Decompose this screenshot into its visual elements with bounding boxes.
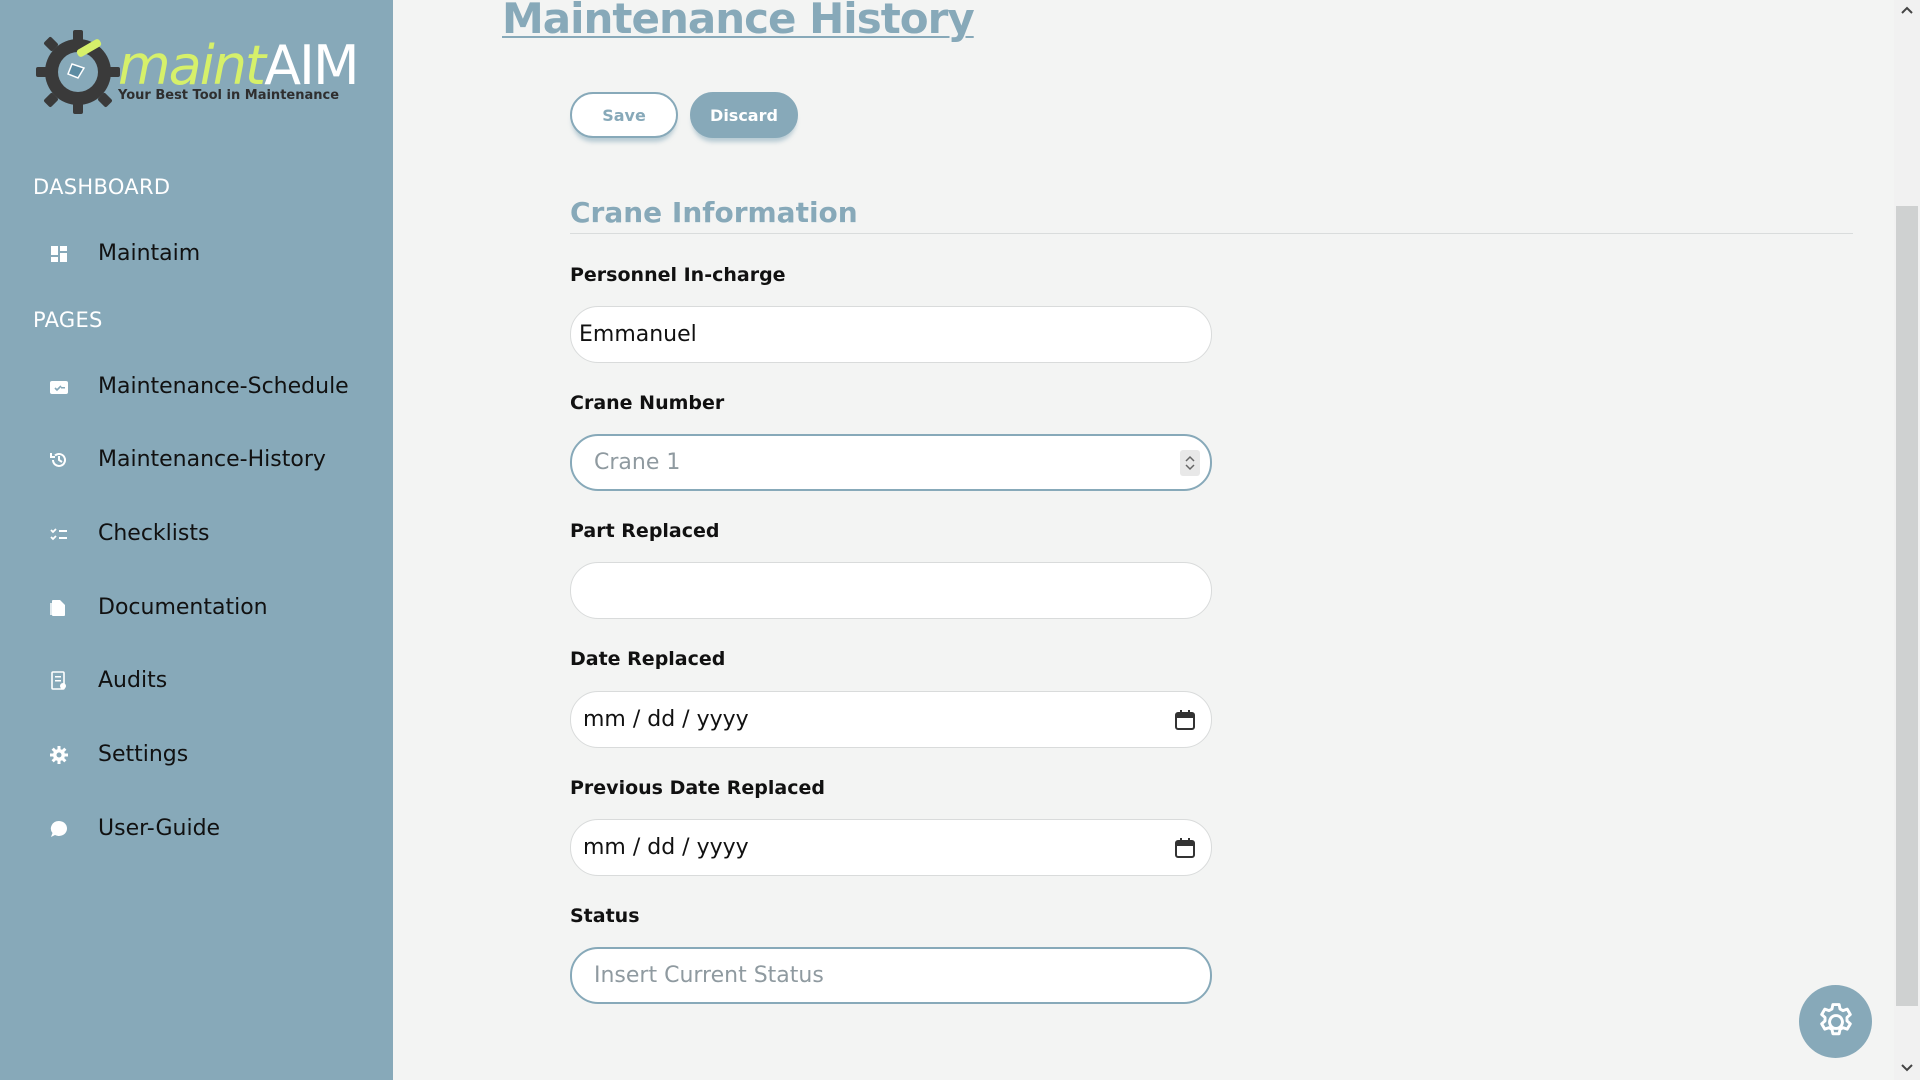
sidebar-item-settings[interactable]: Settings [0,726,393,782]
page-title: Maintenance History [502,0,975,43]
crane-number-placeholder: Crane 1 [594,450,681,475]
sidebar-item-label: Maintenance-Schedule [98,373,349,399]
gear-icon [50,746,68,764]
brand-tagline: Your Best Tool in Maintenance [118,88,340,103]
personnel-value: Emmanuel [579,322,697,347]
date-replaced-value: mm / dd / yyyy [583,707,749,732]
sidebar-item-documentation[interactable]: Documentation [0,579,393,635]
documents-icon [50,600,65,616]
sidebar: maintAIM Your Best Tool in Maintenance D… [0,0,393,1080]
section-divider [570,233,1853,234]
brand-logo[interactable]: maintAIM Your Best Tool in Maintenance [32,26,360,118]
calendar-icon[interactable] [1173,836,1197,860]
gear-icon [1819,1002,1852,1035]
status-label: Status [570,905,640,927]
save-button[interactable]: Save [570,92,678,138]
sidebar-item-label: Maintaim [98,240,201,266]
vertical-scrollbar[interactable] [1894,0,1920,1080]
stepper-arrows-icon [1185,455,1195,471]
sidebar-item-checklists[interactable]: Checklists [0,505,393,561]
sidebar-item-maintaim[interactable]: Maintaim [0,225,393,281]
scrollbar-thumb[interactable] [1896,206,1918,1006]
pages-heading: PAGES [33,308,103,332]
status-input[interactable]: Insert Current Status [570,947,1212,1004]
sidebar-item-label: Checklists [98,520,210,546]
date-replaced-label: Date Replaced [570,648,726,670]
history-icon [50,452,66,467]
scroll-up-arrow-icon[interactable] [1898,2,1916,20]
number-stepper[interactable] [1180,450,1200,476]
calendar-check-icon [50,381,68,394]
dashboard-grid-icon [51,246,67,262]
part-replaced-input[interactable] [570,562,1212,619]
sidebar-item-maintenance-history[interactable]: Maintenance-History [0,431,393,487]
floating-settings-button[interactable] [1799,985,1872,1058]
status-placeholder: Insert Current Status [594,963,824,988]
previous-date-label: Previous Date Replaced [570,777,825,799]
dashboard-heading: DASHBOARD [33,175,171,199]
scroll-down-arrow-icon[interactable] [1898,1058,1916,1076]
part-replaced-label: Part Replaced [570,520,720,542]
chat-bubble-icon [50,820,67,837]
sidebar-item-maintenance-schedule[interactable]: Maintenance-Schedule [0,358,393,414]
sidebar-item-user-guide[interactable]: User-Guide [0,800,393,856]
calendar-icon[interactable] [1173,708,1197,732]
date-replaced-input[interactable]: mm / dd / yyyy [570,691,1212,748]
previous-date-input[interactable]: mm / dd / yyyy [570,819,1212,876]
brand-wordmark: maintAIM [118,36,360,96]
section-title: Crane Information [570,196,858,229]
sidebar-item-label: User-Guide [98,815,221,841]
personnel-input[interactable]: Emmanuel [570,306,1212,363]
crane-number-field[interactable]: Crane 1 [570,434,1212,491]
previous-date-value: mm / dd / yyyy [583,835,749,860]
crane-number-label: Crane Number [570,392,725,414]
sidebar-item-label: Audits [98,667,168,693]
discard-button[interactable]: Discard [690,92,798,138]
logo-gear-icon [36,30,120,114]
sidebar-item-label: Maintenance-History [98,446,326,472]
personnel-label: Personnel In-charge [570,264,786,286]
audit-report-icon [51,671,66,690]
checklist-icon [50,528,67,541]
sidebar-item-label: Settings [98,741,189,767]
sidebar-item-label: Documentation [98,594,268,620]
sidebar-item-audits[interactable]: Audits [0,652,393,708]
